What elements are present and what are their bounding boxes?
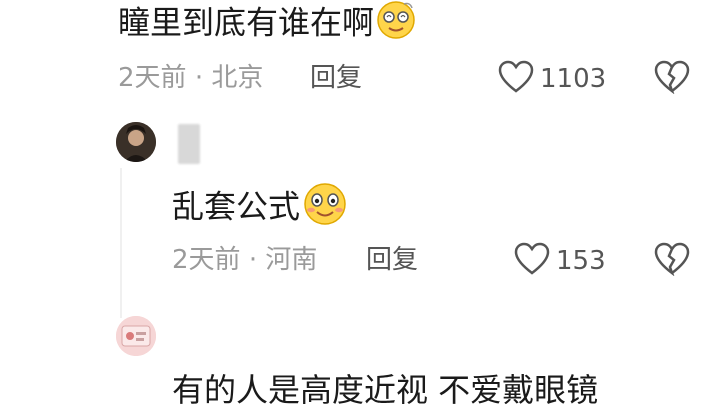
thread-line (120, 168, 122, 318)
heart-icon (498, 60, 534, 98)
comment-time-2: 2天前 (172, 245, 241, 275)
dizzy-face-emoji (374, 0, 418, 49)
meta-separator: · (194, 63, 204, 93)
comment-text-1: 瞳里到底有谁在啊 (118, 0, 418, 49)
dislike-button-1[interactable] (654, 60, 690, 98)
avatar-3[interactable] (116, 316, 156, 356)
like-button-1[interactable]: 1103 (498, 60, 606, 98)
like-count-1: 1103 (540, 64, 607, 94)
dislike-button-2[interactable] (654, 242, 690, 280)
comment-text-3: 有的人是高度近视 不爱戴眼镜 (172, 371, 599, 409)
meta-separator: · (248, 245, 258, 275)
comment-location-2: 河南 (265, 245, 318, 275)
comment-text-2: 乱套公式 (172, 182, 350, 235)
avatar-2[interactable] (116, 122, 156, 162)
smiling-face-emoji (300, 182, 350, 235)
username-2-blurred[interactable] (178, 124, 200, 164)
heart-icon (514, 242, 550, 280)
comment-text-2-body: 乱套公式 (172, 187, 301, 226)
like-count-2: 153 (556, 246, 606, 276)
broken-heart-icon (654, 242, 690, 280)
comment-text-1-body: 瞳里到底有谁在啊 (118, 3, 375, 42)
comment-location-1: 北京 (211, 63, 264, 93)
like-button-2[interactable]: 153 (514, 242, 606, 280)
comment-meta-2: 2天前 · 河南 (172, 244, 317, 276)
comment-time-1: 2天前 (118, 63, 187, 93)
comment-meta-1: 2天前 · 北京 (118, 62, 263, 94)
reply-button-2[interactable]: 回复 (366, 244, 418, 276)
reply-button-1[interactable]: 回复 (310, 62, 362, 94)
broken-heart-icon (654, 60, 690, 98)
